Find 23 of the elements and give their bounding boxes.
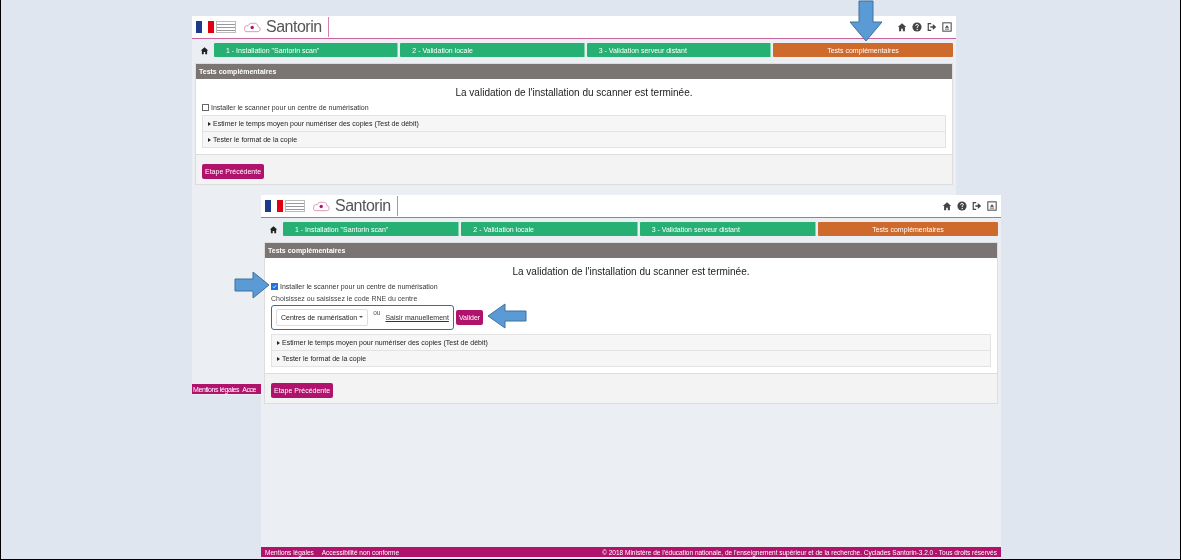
status-message: La validation de l'installation du scanner est terminée. (454, 87, 694, 98)
callout-arrow (234, 271, 270, 299)
home-icon[interactable] (269, 224, 278, 234)
home-icon[interactable] (942, 201, 952, 211)
help-icon[interactable] (957, 201, 967, 211)
app-name: Santorin (335, 197, 391, 215)
home-icon[interactable] (897, 22, 907, 32)
checkbox[interactable] (202, 104, 209, 111)
status-message: La validation de l'installation du scanner est terminée. (511, 266, 751, 277)
eject-icon[interactable] (942, 22, 952, 32)
help-icon[interactable] (912, 22, 922, 32)
ministry-logo (196, 21, 236, 33)
cloud-logo-icon (243, 20, 263, 34)
callout-arrow (487, 303, 527, 329)
callout-arrow (849, 0, 883, 42)
eject-icon[interactable] (987, 201, 997, 211)
ministry-logo (265, 200, 305, 212)
sign-out-icon[interactable] (927, 22, 937, 32)
cloud-logo-icon (312, 199, 332, 213)
checkbox[interactable] (271, 283, 278, 290)
home-icon[interactable] (200, 45, 209, 55)
sign-out-icon[interactable] (972, 201, 982, 211)
app-name: Santorin (266, 18, 322, 36)
